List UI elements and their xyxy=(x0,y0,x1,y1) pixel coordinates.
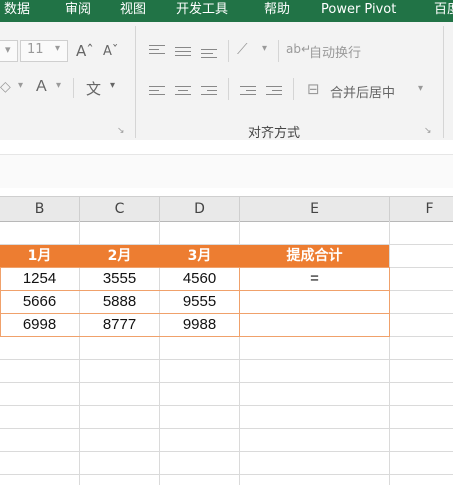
chevron-down-icon: ▾ xyxy=(418,83,424,94)
table-cell[interactable]: 3555 xyxy=(80,269,159,289)
align-center-icon[interactable] xyxy=(175,83,191,95)
align-bottom-icon[interactable] xyxy=(201,46,217,58)
header-cell-commission-total[interactable]: 提成合计 xyxy=(240,245,389,267)
orientation-icon[interactable]: ⟋ xyxy=(237,40,248,58)
row-line xyxy=(0,474,453,475)
align-left-icon[interactable] xyxy=(149,83,165,95)
alignment-group-label: 对齐方式 xyxy=(248,126,301,141)
font-size-value: 11 xyxy=(27,42,44,57)
ribbon-bottom-gap xyxy=(0,140,453,154)
wrap-text-button[interactable]: 自动换行 xyxy=(309,42,361,61)
align-right-icon[interactable] xyxy=(201,83,217,95)
font-name-combo[interactable]: ▾ xyxy=(0,40,18,62)
ribbon-tab-bar: 数据 审阅 视图 开发工具 帮助 Power Pivot 百度 xyxy=(0,0,453,22)
chevron-down-icon: ▾ xyxy=(110,80,116,91)
tab-view[interactable]: 视图 xyxy=(120,0,146,22)
align-top-icon[interactable] xyxy=(149,42,165,54)
row-line xyxy=(0,405,453,406)
tab-power-pivot[interactable]: Power Pivot xyxy=(321,0,396,22)
column-header-d[interactable]: D xyxy=(160,197,240,221)
table-cell[interactable]: 8777 xyxy=(80,315,159,335)
row-line xyxy=(0,359,453,360)
header-cell-jan[interactable]: 1月 xyxy=(0,245,79,267)
alignment-dialog-launcher-icon[interactable]: ↘ xyxy=(424,126,432,136)
divider xyxy=(228,40,229,62)
chevron-down-icon: ▾ xyxy=(56,80,62,91)
wrap-text-icon: ab↵ xyxy=(286,42,312,56)
column-header-b[interactable]: B xyxy=(0,197,80,221)
tab-developer[interactable]: 开发工具 xyxy=(176,0,228,22)
worksheet-grid[interactable]: 1月 2月 3月 提成合计 1254 3555 4560 = 5666 5888… xyxy=(0,221,453,485)
chevron-down-icon: ▾ xyxy=(262,43,268,54)
tab-data[interactable]: 数据 xyxy=(4,0,30,22)
increase-font-size-button[interactable]: Aˆ xyxy=(76,42,94,60)
table-cell[interactable]: 1254 xyxy=(0,269,79,289)
tab-review[interactable]: 审阅 xyxy=(65,0,91,22)
align-middle-icon[interactable] xyxy=(175,44,191,56)
column-header-f[interactable]: F xyxy=(390,197,453,221)
group-divider xyxy=(135,26,136,138)
column-header-bar: B C D E F xyxy=(0,196,453,222)
table-cell[interactable]: 4560 xyxy=(160,269,239,289)
row-line xyxy=(0,451,453,452)
chevron-down-icon: ▾ xyxy=(5,43,11,56)
font-dialog-launcher-icon[interactable]: ↘ xyxy=(117,126,125,136)
merge-center-button[interactable]: 合并后居中 xyxy=(330,82,395,101)
divider xyxy=(278,40,279,62)
column-line xyxy=(389,221,390,485)
decrease-font-size-button[interactable]: Aˇ xyxy=(103,44,118,59)
formula-entry-cell[interactable]: = xyxy=(240,269,389,289)
chevron-down-icon: ▾ xyxy=(18,80,24,91)
phonetic-guide-button[interactable]: 文 xyxy=(86,78,101,99)
formula-bar[interactable] xyxy=(0,154,453,188)
table-cell[interactable]: 9988 xyxy=(160,315,239,335)
divider xyxy=(228,78,229,100)
merge-center-icon: ⊟ xyxy=(307,80,320,98)
group-divider xyxy=(443,26,444,138)
table-cell[interactable] xyxy=(240,292,389,312)
chevron-down-icon: ▾ xyxy=(55,43,61,54)
fill-color-icon[interactable]: ◇ xyxy=(0,79,11,95)
table-cell[interactable]: 6998 xyxy=(0,315,79,335)
tab-baidu[interactable]: 百度 xyxy=(434,0,453,22)
table-header-row: 1月 2月 3月 提成合计 xyxy=(0,245,389,267)
tab-help[interactable]: 帮助 xyxy=(264,0,290,22)
decrease-indent-icon[interactable] xyxy=(240,83,256,95)
divider xyxy=(293,78,294,100)
header-cell-feb[interactable]: 2月 xyxy=(80,245,159,267)
row-line xyxy=(0,382,453,383)
divider xyxy=(73,78,74,98)
table-cell[interactable]: 5666 xyxy=(0,292,79,312)
column-header-c[interactable]: C xyxy=(80,197,160,221)
table-cell[interactable]: 9555 xyxy=(160,292,239,312)
table-cell[interactable] xyxy=(240,315,389,335)
increase-indent-icon[interactable] xyxy=(266,83,282,95)
table-cell[interactable]: 5888 xyxy=(80,292,159,312)
header-cell-mar[interactable]: 3月 xyxy=(160,245,239,267)
ribbon: ▾ 11 ▾ Aˆ Aˇ ◇ ▾ A ▾ 文 ▾ ↘ ⟋ ▾ ab↵ 自动换行 … xyxy=(0,22,453,141)
column-header-e[interactable]: E xyxy=(240,197,390,221)
row-line xyxy=(0,428,453,429)
font-size-combo[interactable]: 11 ▾ xyxy=(20,40,68,62)
font-color-button[interactable]: A xyxy=(36,78,47,96)
